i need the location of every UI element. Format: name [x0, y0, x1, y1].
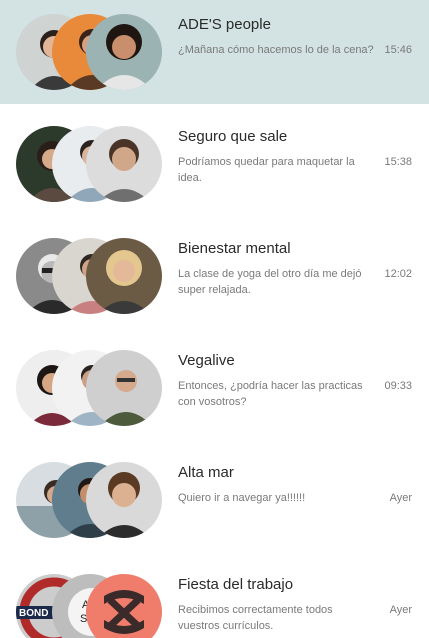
group-avatars [16, 126, 166, 202]
conversation-title: Alta mar [178, 464, 234, 481]
conversation-list: ADE'S people ¿Mañana cómo hacemos lo de … [0, 0, 429, 638]
conversation-row-vegalive[interactable]: Vegalive Entonces, ¿podría hacer las pra… [0, 336, 429, 440]
member-avatar [86, 238, 162, 314]
conversation-last-message: Quiero ir a navegar ya!!!!!! [178, 492, 306, 504]
group-avatars: BOND ARTSIGN [16, 574, 166, 638]
conversation-row-alta-mar[interactable]: Alta mar Quiero ir a navegar ya!!!!!! Ay… [0, 448, 429, 552]
conversation-time: 15:46 [384, 44, 412, 56]
conversation-row-fiesta-del-trabajo[interactable]: BOND ARTSIGN Fiesta del trabajo Recibimo… [0, 560, 429, 638]
svg-text:BOND: BOND [19, 608, 48, 619]
conversation-time: 12:02 [384, 268, 412, 280]
conversation-last-message: ¿Mañana cómo hacemos lo de la cena? [178, 44, 374, 56]
conversation-time: Ayer [389, 604, 412, 616]
conversation-title: Bienestar mental [178, 240, 291, 257]
group-avatars [16, 14, 166, 90]
conversation-title: ADE'S people [178, 16, 271, 33]
conversation-time: 09:33 [384, 380, 412, 392]
group-avatars [16, 462, 166, 538]
group-avatars [16, 238, 166, 314]
member-avatar [86, 350, 162, 426]
conversation-last-message: Podríamos quedar para maquetar la idea. [178, 156, 355, 184]
member-avatar [86, 462, 162, 538]
conversation-last-message: Recibimos correctamente todos vuestros c… [178, 604, 333, 632]
conversation-title: Vegalive [178, 352, 235, 369]
conversation-last-message: Entonces, ¿podría hacer las practicas co… [178, 380, 363, 408]
member-avatar [86, 126, 162, 202]
conversation-row-bienestar-mental[interactable]: Bienestar mental La clase de yoga del ot… [0, 224, 429, 328]
conversation-time: Ayer [389, 492, 412, 504]
conversation-last-message: La clase de yoga del otro día me dejó su… [178, 268, 362, 296]
conversation-title: Seguro que sale [178, 128, 288, 145]
group-avatars [16, 350, 166, 426]
conversation-time: 15:38 [384, 156, 412, 168]
conversation-title: Fiesta del trabajo [178, 576, 294, 593]
member-avatar [86, 14, 162, 90]
member-avatar [86, 574, 162, 638]
conversation-row-seguro-que-sale[interactable]: Seguro que sale Podríamos quedar para ma… [0, 112, 429, 216]
conversation-row-ades-people[interactable]: ADE'S people ¿Mañana cómo hacemos lo de … [0, 0, 429, 104]
